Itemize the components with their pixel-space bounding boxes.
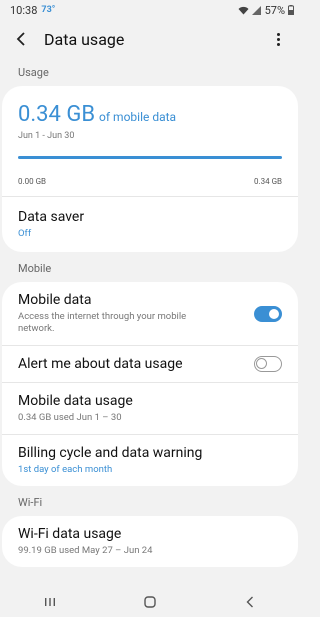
usage-scale: 0.00 GB 0.34 GB: [18, 177, 282, 186]
section-header-mobile: Mobile: [18, 261, 52, 275]
alert-data-usage-row[interactable]: Alert me about data usage: [2, 346, 298, 383]
usage-amount-value: 0.34 GB: [18, 102, 96, 127]
system-nav-bar: [0, 587, 300, 617]
usage-scale-min: 0.00 GB: [18, 177, 47, 186]
wifi-icon: [238, 6, 249, 15]
status-time: 10:38: [10, 3, 38, 17]
data-saver-value: Off: [18, 228, 32, 239]
alert-data-usage-toggle[interactable]: [254, 356, 282, 372]
usage-date-range: Jun 1 - Jun 30: [18, 131, 75, 141]
data-saver-row[interactable]: Data saver Off: [2, 197, 298, 252]
mobile-data-usage-row[interactable]: Mobile data usage 0.34 GB used Jun 1 – 3…: [2, 383, 298, 435]
home-icon[interactable]: [130, 587, 170, 617]
mobile-data-description: Access the internet through your mobile …: [18, 311, 187, 334]
battery-percent: 57%: [264, 3, 285, 17]
mobile-card: Mobile data Access the internet through …: [2, 282, 298, 486]
data-saver-label: Data saver: [18, 209, 85, 225]
usage-progress-bar: [18, 156, 282, 159]
back-nav-icon[interactable]: [230, 587, 270, 617]
mobile-data-usage-sub: 0.34 GB used Jun 1 – 30: [18, 412, 122, 423]
billing-cycle-sub: 1st day of each month: [18, 464, 113, 475]
recent-apps-icon[interactable]: [30, 587, 70, 617]
status-bar: 10:38 73° 57%: [0, 0, 300, 20]
app-bar: Data usage: [0, 20, 300, 58]
alert-data-usage-label: Alert me about data usage: [18, 356, 183, 372]
mobile-data-text: Mobile data Access the internet through …: [18, 292, 254, 335]
mobile-data-toggle[interactable]: [254, 305, 282, 322]
billing-cycle-row[interactable]: Billing cycle and data warning 1st day o…: [2, 435, 298, 486]
usage-amount-suffix: of mobile data: [99, 110, 177, 124]
section-header-usage: Usage: [18, 65, 49, 79]
usage-scale-max: 0.34 GB: [253, 177, 282, 186]
status-temperature: 73°: [41, 5, 56, 15]
more-options-icon[interactable]: [270, 32, 286, 46]
usage-amount: 0.34 GB of mobile data: [18, 102, 282, 127]
wifi-data-usage-row[interactable]: Wi-Fi data usage 99.19 GB used May 27 – …: [2, 516, 298, 567]
mobile-data-label: Mobile data: [18, 292, 92, 308]
wifi-card: Wi-Fi data usage 99.19 GB used May 27 – …: [2, 516, 298, 567]
wifi-data-usage-label: Wi-Fi data usage: [18, 526, 122, 542]
status-left: 10:38 73°: [10, 4, 55, 17]
mobile-data-usage-label: Mobile data usage: [18, 393, 133, 409]
billing-cycle-label: Billing cycle and data warning: [18, 445, 203, 461]
signal-icon: [251, 5, 262, 15]
page-title: Data usage: [44, 29, 125, 49]
back-arrow-icon[interactable]: [16, 29, 36, 49]
section-header-wifi: Wi-Fi: [18, 495, 43, 509]
usage-card: 0.34 GB of mobile data Jun 1 - Jun 30 0.…: [2, 86, 298, 252]
wifi-data-usage-sub: 99.19 GB used May 27 – Jun 24: [18, 545, 153, 556]
mobile-data-row[interactable]: Mobile data Access the internet through …: [2, 282, 298, 346]
status-right: 57%: [238, 4, 294, 17]
usage-summary: 0.34 GB of mobile data Jun 1 - Jun 30 0.…: [2, 86, 298, 197]
battery-icon: [288, 5, 294, 15]
